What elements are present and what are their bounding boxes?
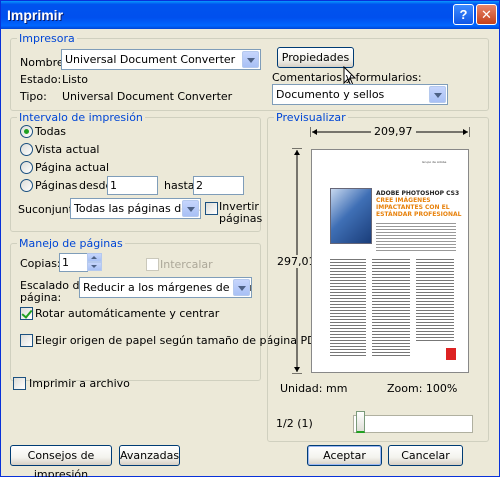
handling-group-title: Manejo de páginas — [17, 237, 125, 250]
spin-up-icon[interactable] — [87, 253, 102, 262]
paper-source-checkbox[interactable] — [20, 334, 33, 347]
subset-select[interactable]: Todas las páginas del rango — [70, 198, 201, 219]
printer-type-label: Tipo: — [20, 90, 47, 103]
printer-status-value: Listo — [62, 73, 88, 86]
print-dialog: Imprimir ? ✕ Impresora Nombre: Universal… — [0, 0, 500, 477]
copies-label: Copias: — [20, 257, 61, 270]
preview-page: Grupo de Adobe ADOBE PHOTOSHOP CS3 CREE … — [311, 149, 469, 373]
preview-book-image — [330, 188, 372, 244]
range-current-view-label[interactable]: Vista actual — [35, 143, 100, 156]
properties-button[interactable]: Propiedades — [277, 47, 354, 68]
reverse-pages-label-2[interactable]: páginas — [219, 212, 262, 225]
preview-page-header: Grupo de Adobe — [422, 160, 447, 164]
range-from-input[interactable]: 1 — [107, 176, 158, 195]
autorotate-label[interactable]: Rotar automáticamente y centrar — [35, 307, 219, 320]
autorotate-checkbox[interactable] — [20, 307, 33, 320]
scaling-label-2: página: — [20, 291, 62, 304]
range-to-input[interactable]: 2 — [193, 176, 244, 195]
scaling-select[interactable]: Reducir a los márgenes de la impresora — [79, 277, 252, 298]
scaling-value: Reducir a los márgenes de la impresora — [83, 281, 251, 294]
copies-input[interactable]: 1 — [59, 253, 88, 272]
preview-group-title: Previsualizar — [274, 111, 348, 124]
spin-down-icon[interactable] — [87, 262, 102, 271]
accept-button[interactable]: Aceptar — [307, 445, 382, 466]
collate-checkbox[interactable] — [146, 258, 159, 271]
printer-type-value: Universal Document Converter — [62, 90, 233, 103]
range-group-title: Intervalo de impresión — [17, 111, 145, 124]
preview-slider-thumb[interactable] — [356, 411, 365, 433]
help-icon[interactable]: ? — [453, 4, 474, 25]
collate-label[interactable]: Intercalar — [160, 258, 213, 271]
printer-name-value: Universal Document Converter — [65, 53, 236, 66]
preview-headline-2: CREE IMÁGENES — [376, 197, 431, 204]
print-to-file-label[interactable]: Imprimir a archivo — [29, 377, 130, 390]
preview-page-slider[interactable] — [353, 415, 473, 433]
chevron-down-icon[interactable] — [182, 200, 199, 217]
advanced-button[interactable]: Avanzadas — [119, 445, 180, 466]
preview-intro-text — [376, 222, 456, 252]
preview-page-indicator: 1/2 (1) — [276, 417, 313, 430]
comments-select[interactable]: Documento y sellos — [272, 84, 448, 105]
reverse-pages-checkbox[interactable] — [205, 202, 218, 215]
comments-value: Documento y sellos — [276, 88, 385, 101]
preview-headline-3: IMPACTANTES CON EL — [376, 204, 450, 211]
range-current-page-radio[interactable] — [20, 161, 33, 174]
preview-headline-1: ADOBE PHOTOSHOP CS3 — [376, 190, 460, 197]
print-to-file-checkbox[interactable] — [13, 377, 26, 390]
printer-name-select[interactable]: Universal Document Converter — [61, 49, 261, 70]
preview-column-3 — [416, 258, 454, 342]
range-all-label[interactable]: Todas — [35, 125, 66, 138]
printer-status-label: Estado: — [20, 73, 62, 86]
print-tips-button[interactable]: Consejos de impresión — [10, 445, 112, 477]
range-pages-radio[interactable] — [20, 179, 33, 192]
preview-zoom: Zoom: 100% — [387, 382, 458, 395]
range-all-radio[interactable] — [20, 125, 33, 138]
range-pages-label[interactable]: Páginas — [35, 179, 77, 192]
copies-spinner[interactable] — [87, 253, 102, 272]
chevron-down-icon[interactable] — [242, 51, 259, 68]
preview-width-value: 209,97 — [371, 125, 416, 138]
dialog-body: Impresora Nombre: Universal Document Con… — [4, 29, 496, 477]
preview-column-1 — [330, 258, 366, 358]
chevron-down-icon[interactable] — [233, 279, 250, 296]
range-current-page-label[interactable]: Página actual — [35, 161, 109, 174]
comments-label: Comentarios y formularios: — [272, 71, 422, 84]
window-title: Imprimir — [7, 7, 64, 23]
range-current-view-radio[interactable] — [20, 143, 33, 156]
preview-units: Unidad: mm — [280, 382, 348, 395]
preview-headline-4: ESTÁNDAR PROFESIONAL — [376, 211, 462, 218]
adobe-logo-icon — [446, 348, 456, 360]
preview-column-2 — [372, 258, 410, 358]
chevron-down-icon[interactable] — [429, 86, 446, 103]
close-icon[interactable]: ✕ — [476, 4, 497, 25]
printer-group-title: Impresora — [17, 32, 77, 45]
title-bar[interactable]: Imprimir ? ✕ — [1, 1, 499, 29]
cancel-button[interactable]: Cancelar — [388, 445, 463, 466]
